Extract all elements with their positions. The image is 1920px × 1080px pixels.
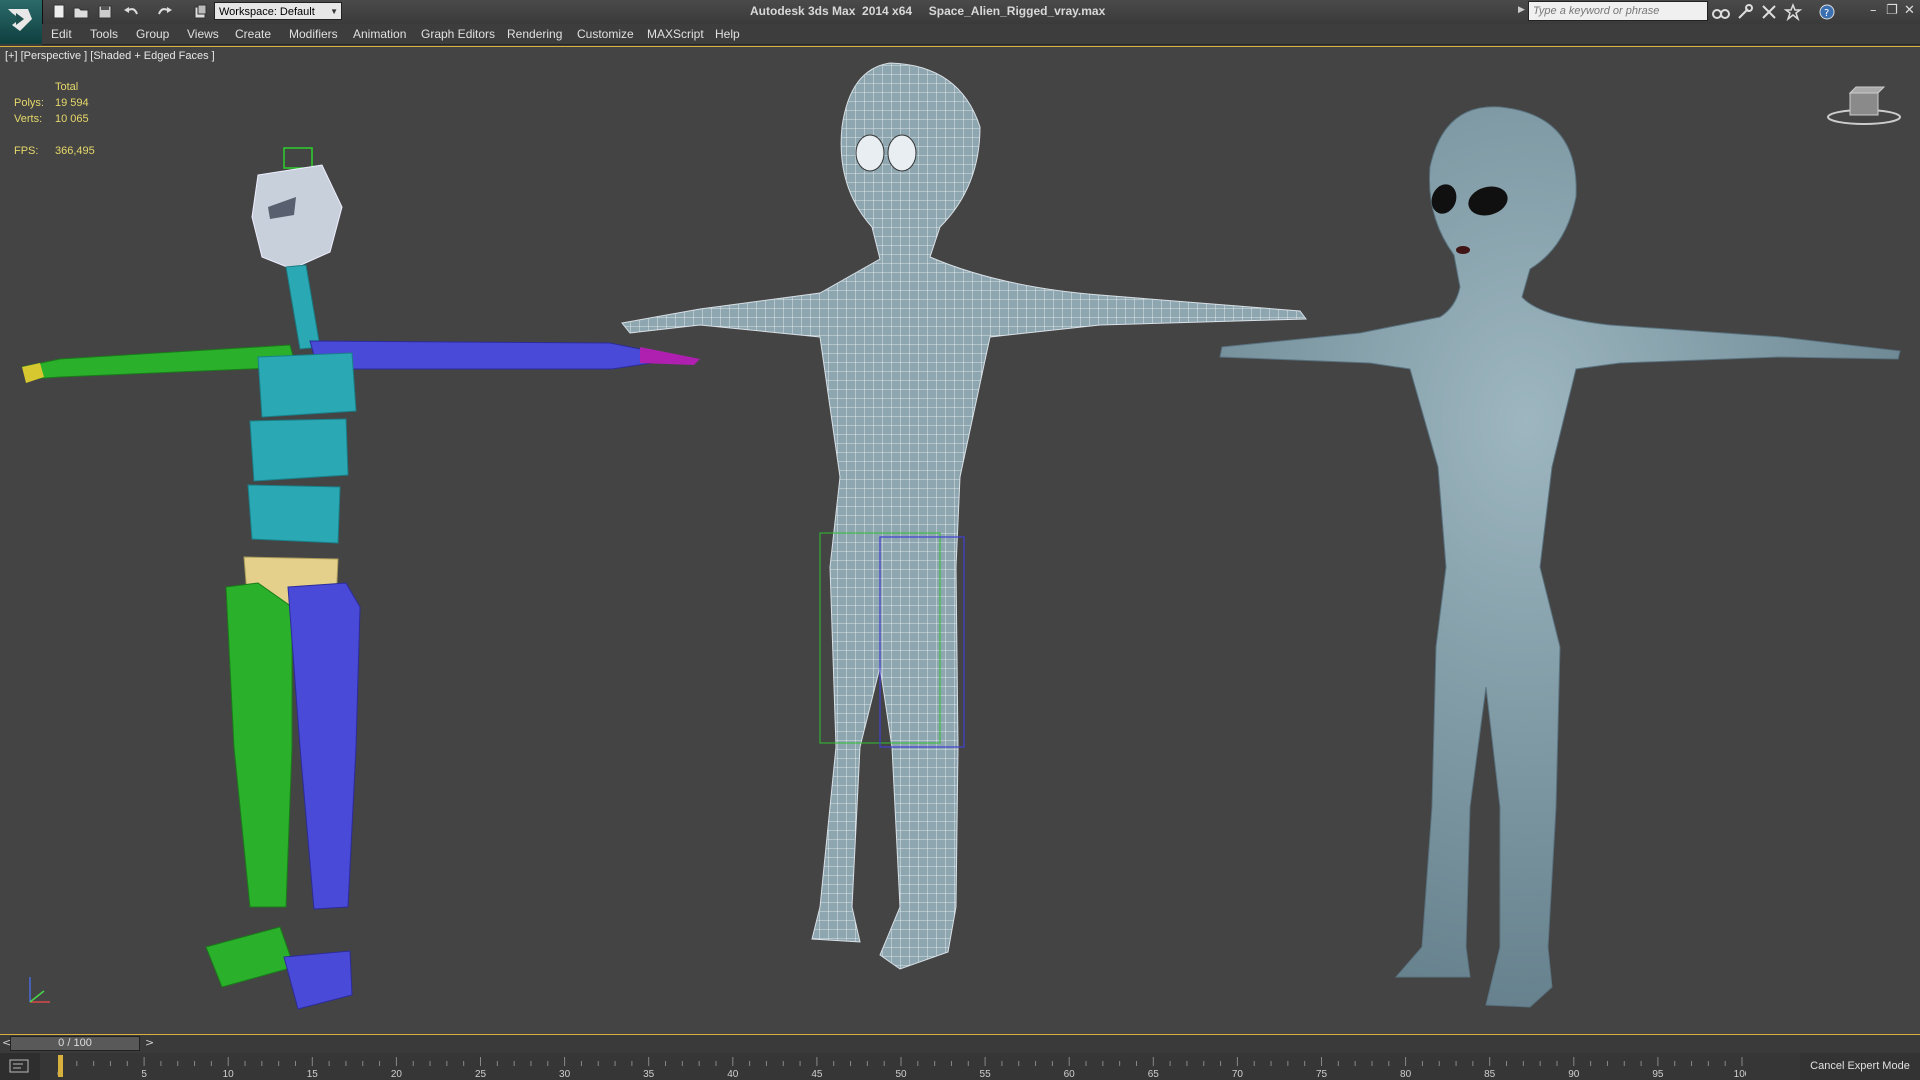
ruler-label: 15 — [307, 1069, 319, 1080]
ruler-label: 25 — [475, 1069, 487, 1080]
close-icon[interactable]: ✕ — [1904, 3, 1915, 18]
ruler-label: 45 — [811, 1069, 823, 1080]
frame-ruler[interactable]: 0510152025303540455055606570758085909510… — [56, 1053, 1746, 1080]
neck-bone[interactable] — [285, 264, 321, 350]
ruler-label: 50 — [895, 1069, 907, 1080]
ruler-label: 95 — [1652, 1069, 1664, 1080]
title-bar: Workspace: Default ▼ Autodesk 3ds Max 201… — [0, 0, 1920, 25]
maxscript-mini-listener-icon[interactable] — [0, 1053, 40, 1080]
ruler-label: 75 — [1316, 1069, 1328, 1080]
stats-verts-value: 10 065 — [55, 113, 89, 125]
ruler-label: 60 — [1064, 1069, 1076, 1080]
window-title: Autodesk 3ds Max 2014 x64 Space_Alien_Ri… — [750, 4, 1106, 18]
alien-skin-body[interactable] — [1219, 106, 1901, 1008]
ruler-label: 5 — [141, 1069, 147, 1080]
stats-polys-label: Polys: — [14, 97, 44, 109]
skull-bone[interactable] — [251, 164, 343, 270]
right-foot-bone[interactable] — [283, 950, 353, 1010]
viewport-label-menu[interactable]: [+] [Perspective ] [Shaded + Edged Faces… — [5, 50, 215, 62]
menu-edit[interactable]: Edit — [51, 27, 72, 41]
spine-bone-2[interactable] — [249, 418, 349, 482]
binoculars-icon[interactable] — [1712, 3, 1730, 21]
open-file-icon[interactable] — [72, 3, 90, 21]
app-logo-button[interactable] — [0, 0, 43, 44]
time-slider[interactable]: 0 / 100 — [10, 1036, 140, 1051]
viewcube-icon[interactable] — [1826, 83, 1902, 131]
axis-tripod-icon — [29, 977, 50, 1003]
exchange-icon[interactable] — [1760, 3, 1778, 21]
restore-icon[interactable]: ❐ — [1886, 3, 1898, 18]
ruler-label: 90 — [1568, 1069, 1580, 1080]
ruler-label: 100 — [1734, 1069, 1746, 1080]
chevron-down-icon: ▼ — [330, 7, 338, 16]
next-frame-button[interactable]: > — [145, 1036, 154, 1049]
search-expand-icon[interactable]: ▶ — [1518, 5, 1525, 15]
stats-polys-value: 19 594 — [55, 97, 89, 109]
ruler-label: 30 — [559, 1069, 571, 1080]
biped-skeleton[interactable] — [21, 147, 700, 1010]
menu-tools[interactable]: Tools — [90, 27, 118, 41]
ruler-label: 85 — [1484, 1069, 1496, 1080]
ruler-label: 35 — [643, 1069, 655, 1080]
wire-right-eye — [887, 134, 917, 172]
right-leg-bones[interactable] — [287, 582, 361, 910]
menu-graph-editors[interactable]: Graph Editors — [421, 27, 495, 41]
save-icon[interactable] — [96, 3, 114, 21]
stats-verts-label: Verts: — [14, 113, 43, 125]
search-input[interactable]: Type a keyword or phrase — [1528, 1, 1708, 21]
workspace-dropdown[interactable]: Workspace: Default ▼ — [214, 2, 342, 20]
stats-total-label: Total — [55, 81, 79, 93]
spine-bone-1[interactable] — [257, 352, 357, 418]
ruler-label: 55 — [980, 1069, 992, 1080]
star-icon[interactable] — [1783, 2, 1803, 22]
cancel-expert-mode-button[interactable]: Cancel Expert Mode — [1800, 1053, 1920, 1080]
menu-group[interactable]: Group — [136, 27, 169, 41]
wire-left-eye — [855, 134, 885, 172]
menu-views[interactable]: Views — [187, 27, 219, 41]
spine-bone-3[interactable] — [247, 484, 341, 544]
alien-mouth — [1456, 246, 1470, 254]
left-foot-bone[interactable] — [205, 926, 295, 988]
redo-icon[interactable] — [156, 3, 174, 21]
menu-create[interactable]: Create — [235, 27, 271, 41]
ruler-label: 20 — [391, 1069, 403, 1080]
wireframe-mesh[interactable] — [621, 62, 1307, 970]
menu-bar: Edit Tools Group Views Create Modifiers … — [42, 24, 1920, 45]
head-nub[interactable] — [283, 147, 313, 169]
right-arm-bones[interactable] — [309, 340, 653, 370]
current-frame-marker[interactable] — [58, 1055, 63, 1077]
new-file-icon[interactable] — [50, 3, 68, 21]
undo-icon[interactable] — [122, 3, 140, 21]
menu-help[interactable]: Help — [715, 27, 740, 41]
ruler-label: 65 — [1148, 1069, 1160, 1080]
minimize-icon[interactable]: – — [1870, 3, 1877, 18]
workspace-label: Workspace: Default — [219, 6, 315, 18]
tools-icon[interactable] — [1736, 3, 1754, 21]
shaded-alien-model[interactable] — [1219, 106, 1901, 1008]
menu-customize[interactable]: Customize — [577, 27, 634, 41]
menu-maxscript[interactable]: MAXScript — [647, 27, 704, 41]
ruler-label: 70 — [1232, 1069, 1244, 1080]
menu-animation[interactable]: Animation — [353, 27, 406, 41]
scene-canvas[interactable] — [0, 47, 1920, 1034]
left-arm-bones[interactable] — [21, 344, 297, 380]
alien-wire-body[interactable] — [621, 62, 1307, 970]
help-icon[interactable]: ? — [1818, 3, 1836, 21]
ruler-label: 10 — [223, 1069, 235, 1080]
stats-fps-value: 366,495 — [55, 145, 95, 157]
ruler-label: 40 — [727, 1069, 739, 1080]
ruler-label: 80 — [1400, 1069, 1412, 1080]
svg-text:?: ? — [1824, 8, 1829, 19]
perspective-viewport[interactable]: [+] [Perspective ] [Shaded + Edged Faces… — [0, 46, 1920, 1035]
stats-fps-label: FPS: — [14, 145, 39, 157]
menu-rendering[interactable]: Rendering — [507, 27, 562, 41]
right-hand-bones[interactable] — [640, 347, 700, 365]
project-folder-icon[interactable] — [192, 3, 210, 21]
track-bar[interactable]: 0510152025303540455055606570758085909510… — [0, 1053, 1920, 1080]
menu-modifiers[interactable]: Modifiers — [289, 27, 338, 41]
time-slider-bar: < 0 / 100 > — [0, 1035, 1920, 1053]
left-leg-bones[interactable] — [225, 582, 293, 908]
